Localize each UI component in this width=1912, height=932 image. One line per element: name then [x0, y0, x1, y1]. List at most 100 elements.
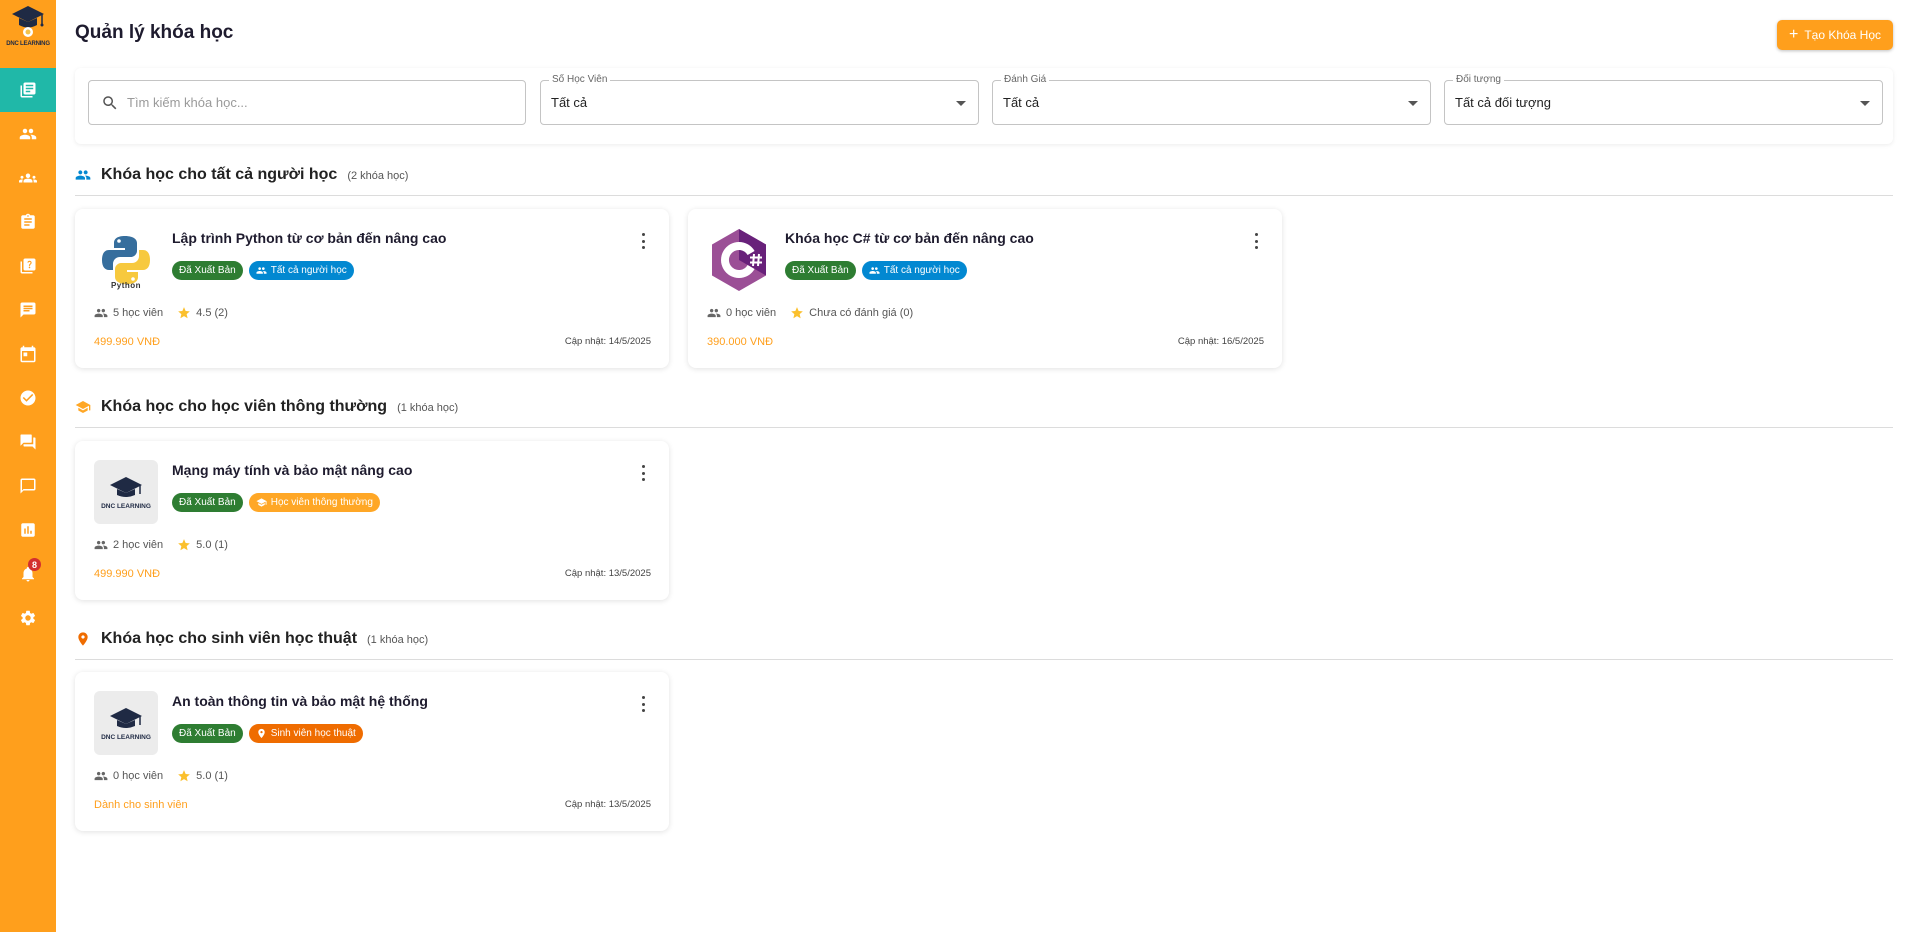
- course-title[interactable]: An toàn thông tin và bảo mật hệ thống: [172, 693, 428, 709]
- more-options-icon[interactable]: [1254, 233, 1258, 249]
- course-thumbnail: DNC LEARNING: [94, 460, 158, 524]
- search-input[interactable]: [127, 95, 487, 110]
- course-chips: Đã Xuất Bản Học viên thông thường: [172, 493, 380, 512]
- people-icon: [94, 771, 108, 781]
- course-thumbnail: DNC LEARNING: [94, 691, 158, 755]
- course-card[interactable]: DNC LEARNING An toàn thông tin và bảo mậ…: [75, 672, 669, 831]
- course-chips: Đã Xuất Bản Sinh viên học thuật: [172, 724, 363, 743]
- location-pin-icon: [78, 632, 88, 646]
- students-filter-select[interactable]: Số Học Viên Tất cả: [540, 74, 979, 125]
- more-options-icon[interactable]: [641, 465, 645, 481]
- more-options-icon[interactable]: [641, 233, 645, 249]
- course-title[interactable]: Khóa học C# từ cơ bản đến nâng cao: [785, 230, 1034, 246]
- sidebar-item-courses[interactable]: [0, 68, 56, 112]
- calendar-icon: [20, 345, 36, 363]
- sidebar-item-reports[interactable]: [0, 508, 56, 552]
- student-count: 2 học viên: [94, 538, 163, 552]
- chat-icon: [20, 478, 36, 494]
- quiz-icon: [20, 258, 36, 274]
- section-divider: [75, 195, 1893, 196]
- rating: 4.5 (2): [177, 306, 228, 320]
- csharp-logo-icon: [707, 228, 771, 292]
- sidebar-item-groups[interactable]: [0, 156, 56, 200]
- sidebar-item-assignments[interactable]: [0, 200, 56, 244]
- school-icon: [75, 401, 91, 413]
- rating-filter-value: Tất cả: [1003, 95, 1040, 110]
- star-icon: [791, 307, 803, 319]
- more-options-icon[interactable]: [641, 696, 645, 712]
- course-stats: 5 học viên 4.5 (2): [94, 306, 228, 320]
- updated-date: Cập nhật: 16/5/2025: [1177, 336, 1264, 347]
- sidebar-item-settings[interactable]: [0, 596, 56, 640]
- student-count-label: 2 học viên: [113, 539, 164, 551]
- group-icon: [19, 173, 37, 183]
- python-logo-text: Python: [110, 281, 142, 290]
- audience-filter-select[interactable]: Đối tượng Tất cả đối tượng: [1444, 74, 1883, 125]
- rating: Chưa có đánh giá (0): [790, 306, 913, 320]
- student-count: 0 học viên: [707, 306, 776, 320]
- filter-bar: Số Học Viên Tất cả Đánh Giá Tất cả Đối t…: [75, 68, 1893, 144]
- rating-label: 5.0 (1): [196, 770, 228, 782]
- student-count-label: 0 học viên: [726, 307, 777, 319]
- page-title: Quản lý khóa học: [75, 22, 234, 43]
- course-card[interactable]: Khóa học C# từ cơ bản đến nâng cao Đã Xu…: [688, 209, 1282, 368]
- sidebar-item-forum[interactable]: [0, 420, 56, 464]
- create-course-button[interactable]: + Tạo Khóa Học: [1777, 20, 1893, 50]
- updated-date: Cập nhật: 13/5/2025: [564, 568, 651, 579]
- app-root: DNC LEARNING 8 Quản lý khóa học + Tạo Kh…: [0, 0, 1912, 932]
- section-header-regular-learners: Khóa học cho học viên thông thường (1 kh…: [75, 398, 458, 416]
- people-icon: [94, 308, 108, 318]
- course-title[interactable]: Lập trình Python từ cơ bản đến nâng cao: [172, 230, 446, 246]
- students-filter-value: Tất cả: [551, 95, 588, 110]
- student-count: 0 học viên: [94, 769, 163, 783]
- sidebar-item-chat[interactable]: [0, 464, 56, 508]
- graduation-cap-icon: [110, 476, 142, 497]
- students-filter-label: Số Học Viên: [549, 74, 611, 85]
- course-card[interactable]: DNC LEARNING Mạng máy tính và bảo mật nâ…: [75, 441, 669, 600]
- course-chips: Đã Xuất Bản Tất cả người học: [172, 261, 354, 280]
- section-divider: [75, 659, 1893, 660]
- sidebar-item-approval[interactable]: [0, 376, 56, 420]
- school-icon: [256, 498, 267, 507]
- gear-icon: [20, 610, 36, 626]
- people-icon: [94, 540, 108, 550]
- audience-badge-label: Sinh viên học thuật: [270, 728, 356, 739]
- course-title[interactable]: Mạng máy tính và bảo mật nâng cao: [172, 462, 412, 478]
- people-icon: [707, 308, 721, 318]
- star-icon: [178, 307, 190, 319]
- audience-badge: Tất cả người học: [861, 261, 967, 280]
- section-title: Khóa học cho học viên thông thường: [101, 398, 388, 415]
- course-stats: 0 học viên Chưa có đánh giá (0): [707, 306, 913, 320]
- assignment-icon: [21, 213, 35, 229]
- bar-chart-icon: [21, 523, 35, 537]
- search-field[interactable]: [88, 80, 526, 125]
- section-count: (1 khóa học): [397, 402, 459, 414]
- rating-label: Chưa có đánh giá (0): [809, 307, 914, 319]
- chevron-down-icon: [1408, 101, 1418, 106]
- course-stats: 0 học viên 5.0 (1): [94, 769, 228, 783]
- course-card[interactable]: Python Lập trình Python từ cơ bản đến nâ…: [75, 209, 669, 368]
- sidebar-item-comments[interactable]: [0, 288, 56, 332]
- rating-filter-select[interactable]: Đánh Giá Tất cả: [992, 74, 1431, 125]
- logo[interactable]: DNC LEARNING: [4, 4, 52, 54]
- people-icon: [75, 170, 91, 180]
- sidebar-item-notifications[interactable]: 8: [0, 552, 56, 596]
- section-title: Khóa học cho tất cả người học: [101, 166, 338, 183]
- rating-label: 4.5 (2): [196, 307, 228, 319]
- search-icon: [103, 95, 117, 109]
- chevron-down-icon: [1860, 101, 1870, 106]
- rating: 5.0 (1): [177, 538, 228, 552]
- audience-filter-label: Đối tượng: [1453, 74, 1504, 85]
- sidebar-item-calendar[interactable]: [0, 332, 56, 376]
- status-badge: Đã Xuất Bản: [172, 724, 243, 743]
- sidebar-item-quiz[interactable]: [0, 244, 56, 288]
- book-icon: [20, 82, 36, 98]
- comment-icon: [20, 302, 36, 318]
- audience-badge: Học viên thông thường: [248, 493, 380, 512]
- student-count-label: 5 học viên: [113, 307, 164, 319]
- updated-date: Cập nhật: 13/5/2025: [564, 799, 651, 810]
- section-header-all-learners: Khóa học cho tất cả người học (2 khóa họ…: [75, 166, 408, 184]
- sidebar-item-users[interactable]: [0, 112, 56, 156]
- audience-filter-value: Tất cả đối tượng: [1455, 95, 1551, 110]
- forum-icon: [20, 434, 36, 450]
